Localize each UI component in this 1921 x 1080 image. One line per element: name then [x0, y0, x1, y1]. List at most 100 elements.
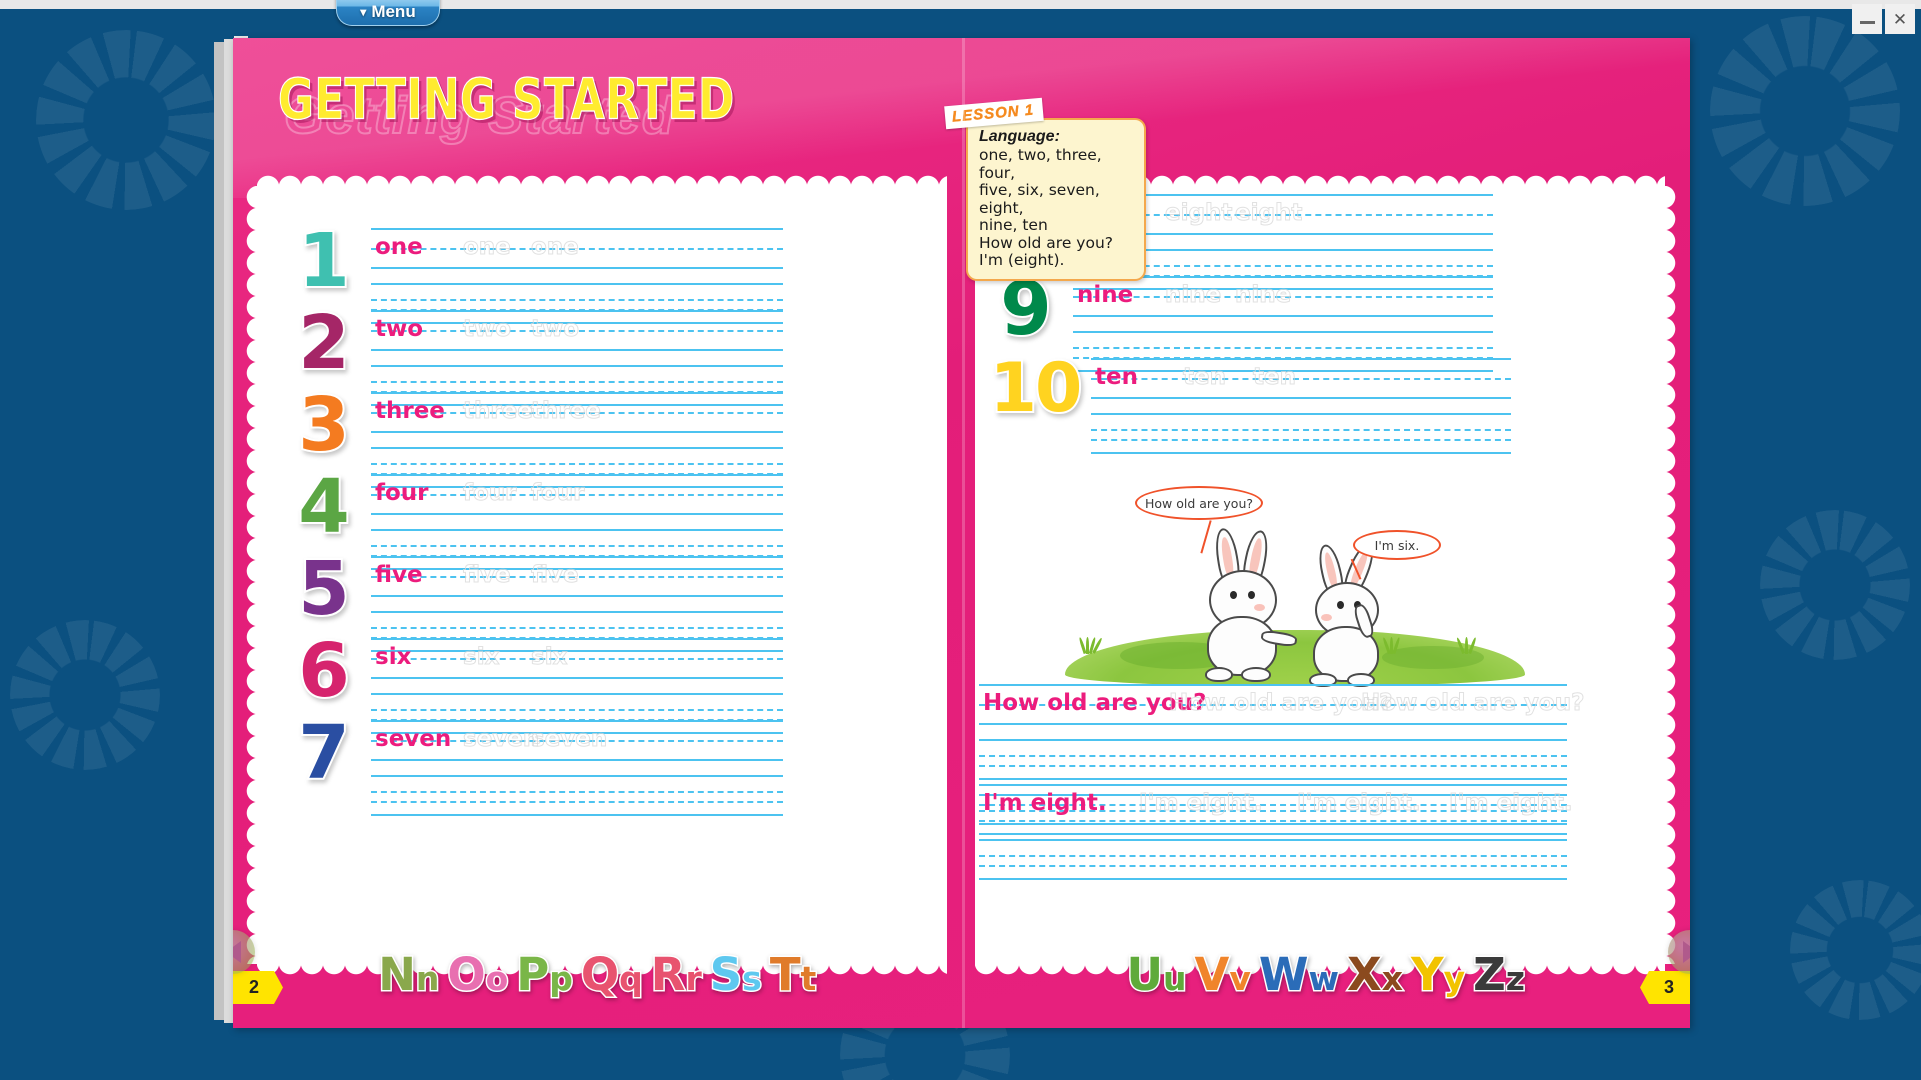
model-word: nine [1077, 281, 1134, 308]
number-glyph: 1 [296, 218, 352, 304]
lesson-line: one, two, three, four, [979, 146, 1102, 182]
handwriting-rule-line: six six six [371, 638, 783, 679]
trace-word: nine [1234, 281, 1292, 308]
trace-word: How old are you? [1360, 689, 1585, 716]
handwriting-blank-line [1091, 413, 1511, 454]
worksheet-page-right: 8eighteighteight9nineninenine10tententen [975, 173, 1677, 977]
trace-word: four [531, 479, 586, 506]
handwriting-rule-line: three three three [371, 392, 783, 433]
trace-word: two [530, 315, 580, 342]
alphabet-letter[interactable]: Uu [1125, 950, 1188, 998]
sentence-practice-row: I'm eight. I'm eight. I'm eight. I'm eight. [979, 784, 1573, 894]
model-word: two [375, 315, 424, 342]
lesson-line: I'm (eight). [979, 251, 1065, 269]
number-glyph: 5 [296, 546, 352, 632]
trace-word: one [463, 233, 512, 260]
chevron-down-icon: ▾ [360, 5, 367, 19]
handwriting-blank-line [979, 839, 1567, 880]
number-glyph: 4 [296, 464, 352, 550]
minimize-icon [1859, 21, 1875, 24]
handwriting-blank-line [979, 739, 1567, 780]
alphabet-letter[interactable]: Ss [708, 950, 763, 998]
worksheet-page-left: 1 one one one 2 two two two 3 three three three 4 fou… [245, 173, 947, 977]
speech-bubble-answer: I'm six. [1353, 530, 1441, 560]
trace-word: seven [462, 725, 540, 752]
handwriting-rule-line: I'm eight. I'm eight. I'm eight. I'm eight. [979, 784, 1573, 825]
application-window: ✕ ▾ Menu Getting Started GETTING STARTED… [0, 0, 1921, 1080]
trace-word: ten [1253, 363, 1297, 390]
trace-word: I'm eight. [1297, 789, 1422, 816]
lesson-line: How old are you? [979, 233, 1113, 252]
number-glyph: 9 [998, 266, 1054, 352]
alphabet-letter[interactable]: Oo [446, 950, 510, 998]
speech-bubble-question-text: How old are you? [1144, 495, 1254, 511]
model-word: four [375, 479, 429, 506]
handwriting-blank-line [371, 775, 783, 816]
menu-label: Menu [371, 2, 416, 21]
rabbits-illustration: How old are you? I'm six. [1055, 486, 1525, 687]
number-glyph: 7 [296, 710, 352, 796]
speech-bubble-question: How old are you? [1135, 486, 1263, 520]
menu-tab-button[interactable]: ▾ Menu [336, 0, 440, 26]
alphabet-strip-left: Nn Oo Pp Qq Rr Ss Tt [233, 932, 962, 1028]
model-word: five [375, 561, 423, 588]
lesson-line: five, six, seven, eight, [979, 181, 1100, 217]
trace-word: I'm eight. [1139, 789, 1264, 816]
trace-word: six [462, 643, 500, 670]
minimize-button[interactable] [1852, 4, 1882, 34]
trace-word: I'm eight. [1449, 789, 1574, 816]
close-button[interactable]: ✕ [1885, 4, 1915, 34]
number-practice-row: 7 seven seven seven [277, 710, 783, 830]
practice-rule-block: I'm eight. I'm eight. I'm eight. I'm eight. [979, 784, 1573, 894]
page-number-right: 3 [1639, 971, 1690, 1004]
trace-word: eight [1164, 199, 1233, 226]
number-glyph: 3 [296, 382, 352, 468]
alphabet-letter[interactable]: Rr [649, 950, 703, 998]
model-word: ten [1095, 363, 1138, 390]
alphabet-letter[interactable]: Qq [579, 950, 644, 998]
model-word: three [375, 397, 445, 424]
model-word: six [375, 643, 412, 670]
trace-word: five [463, 561, 512, 588]
number-glyph: 10 [988, 349, 1085, 428]
speech-bubble-answer-text: I'm six. [1374, 537, 1420, 553]
alphabet-letter[interactable]: Pp [515, 950, 575, 998]
background-sunburst-decoration [1760, 510, 1910, 660]
lesson-line: nine, ten [979, 216, 1048, 234]
book-spread: Getting Started GETTING STARTED LESSON 1… [233, 38, 1690, 1028]
arrow-right-icon [1682, 941, 1690, 963]
practice-rule-block: ten ten ten [1091, 358, 1511, 468]
desktop-top-strip [0, 0, 1921, 9]
trace-word: two [462, 315, 512, 342]
trace-word: three [531, 397, 602, 424]
handwriting-rule-line: five five five [371, 556, 783, 597]
background-sunburst-decoration [1710, 16, 1900, 206]
handwriting-rule-line: How old are you? How old are you? How old … [979, 684, 1585, 725]
handwriting-rule-line: ten ten ten [1091, 358, 1511, 399]
trace-word: four [463, 479, 518, 506]
background-sunburst-decoration [36, 30, 216, 210]
lesson-language-box: Language: one, two, three, four, five, s… [966, 118, 1146, 281]
alphabet-letter[interactable]: Yy [1410, 950, 1467, 998]
arrow-left-icon [233, 941, 241, 963]
alphabet-letter[interactable]: Vv [1193, 950, 1252, 998]
alphabet-letter[interactable]: Zz [1472, 950, 1527, 998]
page-number-left: 2 [233, 971, 284, 1004]
background-sunburst-decoration [1790, 880, 1921, 1020]
alphabet-letter[interactable]: Tt [768, 950, 817, 998]
trace-word: five [531, 561, 580, 588]
alphabet-letter[interactable]: Nn [377, 950, 441, 998]
number-glyph: 2 [296, 300, 352, 386]
lesson-heading: Language: [979, 128, 1060, 145]
number-practice-row: 10 ten ten ten [979, 349, 1511, 468]
trace-word: ten [1183, 363, 1227, 390]
rabbit-right [1303, 540, 1433, 687]
trace-word: six [530, 643, 568, 670]
alphabet-strip: Nn Oo Pp Qq Rr Ss Tt Uu Vv Ww Xx Yy Zz [233, 932, 1690, 1028]
book-spine-divider [961, 38, 965, 1028]
trace-word: How old are you? [1168, 689, 1393, 716]
handwriting-rule-line: two two two [371, 310, 783, 351]
alphabet-letter[interactable]: Xx [1346, 950, 1405, 998]
alphabet-letter[interactable]: Ww [1257, 950, 1340, 998]
window-controls: ✕ [1852, 4, 1915, 34]
